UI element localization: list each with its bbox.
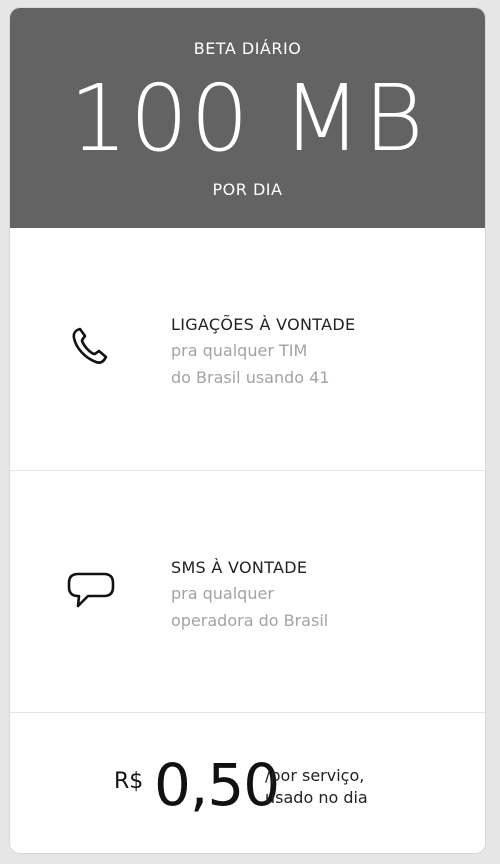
feature-title: SMS À VONTADE [171,558,308,577]
price-currency: R$ [114,769,144,794]
feature-desc-line2: do Brasil usando 41 [171,368,330,387]
feature-desc-line1: pra qualquer [171,584,274,603]
price-note: /por serviço, usado no dia [265,765,425,809]
price-section: R$ 0,50 /por serviço, usado no dia [10,713,485,853]
plan-data-amount: 100 MB [69,65,426,172]
feature-calls: LIGAÇÕES À VONTADE pra qualquer TIM do B… [10,228,485,471]
price-note-line1: /por serviço, [265,766,365,785]
price-value: 0,50 [154,751,280,819]
feature-sms-text: SMS À VONTADE pra qualquer operadora do … [171,556,461,634]
plan-card: BETA DIÁRIO 100 MB POR DIA LIGAÇÕES À VO… [10,8,485,853]
feature-title: LIGAÇÕES À VONTADE [171,315,356,334]
feature-desc-line2: operadora do Brasil [171,611,329,630]
plan-name: BETA DIÁRIO [193,39,302,58]
chat-bubble-icon [66,566,115,612]
plan-header: BETA DIÁRIO 100 MB POR DIA [10,8,485,228]
feature-desc-line1: pra qualquer TIM [171,341,308,360]
phone-icon [66,323,112,369]
feature-sms: SMS À VONTADE pra qualquer operadora do … [10,471,485,713]
feature-calls-text: LIGAÇÕES À VONTADE pra qualquer TIM do B… [171,313,461,391]
price-note-line2: usado no dia [265,788,368,807]
plan-period: POR DIA [212,180,283,199]
